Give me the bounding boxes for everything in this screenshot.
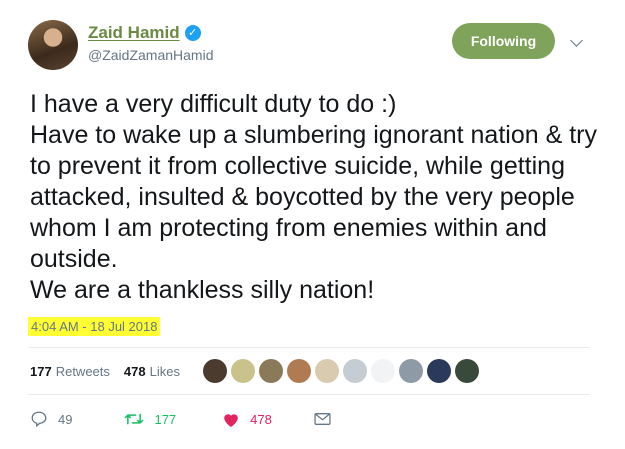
- liker-avatar-3[interactable]: [259, 359, 283, 383]
- reply-icon: [31, 411, 47, 428]
- direct-message-button[interactable]: [314, 412, 331, 426]
- tweet-text: I have a very difficult duty to do :) Ha…: [30, 90, 597, 304]
- author-name-row: Zaid Hamid ✓: [88, 23, 201, 43]
- liker-avatar-6[interactable]: [343, 359, 367, 383]
- liker-avatar-10[interactable]: [455, 359, 479, 383]
- liker-avatar-8[interactable]: [399, 359, 423, 383]
- verified-badge-icon: ✓: [184, 25, 201, 41]
- likes-stat[interactable]: 478 Likes: [124, 364, 180, 379]
- retweets-count: 177: [30, 364, 52, 379]
- divider: [28, 394, 590, 395]
- liker-avatar-4[interactable]: [287, 359, 311, 383]
- liker-avatar-1[interactable]: [203, 359, 227, 383]
- reply-count: 49: [58, 411, 73, 427]
- author-handle[interactable]: @ZaidZamanHamid: [88, 47, 213, 63]
- liker-avatar-9[interactable]: [427, 359, 451, 383]
- tweet-timestamp[interactable]: 4:04 AM - 18 Jul 2018: [28, 317, 161, 336]
- following-button[interactable]: Following: [452, 23, 555, 59]
- author-display-name[interactable]: Zaid Hamid: [88, 23, 180, 43]
- author-avatar[interactable]: [28, 20, 78, 70]
- retweet-button[interactable]: 177: [124, 410, 176, 428]
- heart-icon: [224, 413, 238, 427]
- reply-button[interactable]: 49: [30, 410, 72, 428]
- like-button[interactable]: 478: [222, 411, 272, 428]
- engagement-stats: 177 Retweets 478 Likes: [30, 364, 180, 379]
- divider: [28, 347, 590, 348]
- retweets-label: Retweets: [55, 364, 110, 379]
- envelope-icon: [314, 413, 331, 425]
- retweet-count: 177: [154, 411, 177, 427]
- retweet-icon: [125, 413, 144, 425]
- like-count: 478: [250, 411, 272, 427]
- retweets-stat[interactable]: 177 Retweets: [30, 364, 110, 379]
- likes-label: Likes: [149, 364, 180, 379]
- liker-avatar-7[interactable]: [371, 359, 395, 383]
- liker-avatars: [203, 359, 479, 383]
- tweet-actions: 49 177 478: [30, 410, 331, 428]
- chevron-down-icon[interactable]: [570, 34, 583, 47]
- liker-avatar-2[interactable]: [231, 359, 255, 383]
- likes-count: 478: [123, 364, 146, 379]
- liker-avatar-5[interactable]: [315, 359, 339, 383]
